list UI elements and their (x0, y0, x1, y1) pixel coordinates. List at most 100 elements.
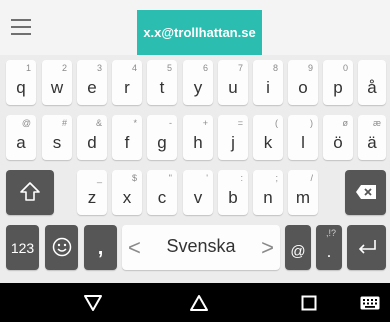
emoji-key[interactable] (45, 225, 78, 270)
symbols-key[interactable]: 123 (6, 225, 39, 270)
key-hint: _ (96, 173, 102, 183)
key-h[interactable]: + h (183, 115, 213, 160)
shift-key[interactable] (6, 170, 54, 215)
key-f[interactable]: * f (112, 115, 142, 160)
key-z[interactable]: _ z (77, 170, 107, 215)
key-p[interactable]: 0 p (323, 60, 353, 105)
key-l[interactable]: ) l (288, 115, 318, 160)
enter-key[interactable] (347, 225, 386, 270)
key-label: @ (290, 243, 306, 260)
key-label: o (298, 78, 308, 97)
key-label: r (124, 78, 130, 97)
key-o-umlaut[interactable]: ø ö (323, 115, 353, 160)
backspace-key[interactable] (345, 170, 386, 215)
key-x[interactable]: $ x (112, 170, 142, 215)
key-m[interactable]: / m (288, 170, 318, 215)
key-hint: : (240, 173, 243, 183)
key-label: y (193, 78, 203, 97)
key-c[interactable]: " c (147, 170, 177, 215)
back-triangle-icon (84, 294, 102, 311)
key-s[interactable]: # s (42, 115, 72, 160)
key-a-ring[interactable]: å (358, 60, 386, 105)
key-k[interactable]: ( k (253, 115, 283, 160)
keyboard-switch-icon (360, 296, 380, 309)
key-a-umlaut[interactable]: æ ä (358, 115, 386, 160)
spacebar-language-label: Svenska (166, 236, 236, 256)
key-label: p (333, 78, 343, 97)
key-b[interactable]: : b (218, 170, 248, 215)
key-label: ä (367, 133, 377, 152)
key-label: c (157, 188, 167, 207)
emoji-smiley-icon (52, 237, 72, 257)
comma-key[interactable]: , (84, 225, 117, 270)
key-label: j (231, 133, 235, 152)
recents-button[interactable] (286, 283, 332, 322)
key-hint: 7 (237, 63, 243, 73)
key-hint: 4 (131, 63, 137, 73)
period-key[interactable]: ,!? . (316, 225, 342, 270)
key-r[interactable]: 4 r (112, 60, 142, 105)
key-label: m (295, 188, 311, 207)
key-hint: 0 (342, 63, 348, 73)
keyboard-switch-button[interactable] (350, 283, 390, 322)
at-key[interactable]: @ (285, 225, 311, 270)
home-triangle-icon (190, 294, 208, 311)
key-hint: 6 (202, 63, 208, 73)
key-e[interactable]: 3 e (77, 60, 107, 105)
key-label: l (301, 133, 305, 152)
key-o[interactable]: 9 o (288, 60, 318, 105)
back-button[interactable] (70, 283, 116, 322)
key-u[interactable]: 7 u (218, 60, 248, 105)
backspace-icon (356, 185, 376, 199)
key-label: d (87, 133, 97, 152)
key-w[interactable]: 2 w (42, 60, 72, 105)
hamburger-menu-icon[interactable] (11, 19, 31, 37)
recents-square-icon (301, 295, 317, 310)
key-hint: 1 (25, 63, 31, 73)
key-hint: / (310, 173, 313, 183)
key-label: q (16, 78, 26, 97)
key-hint: * (133, 118, 137, 128)
key-hint: @ (21, 118, 31, 128)
key-hint: 5 (166, 63, 172, 73)
key-hint: æ (372, 118, 381, 128)
key-label: u (228, 78, 238, 97)
key-label: b (228, 188, 238, 207)
key-hint: 9 (307, 63, 313, 73)
key-a[interactable]: @ a (6, 115, 36, 160)
key-label: t (159, 78, 165, 97)
email-suggestion[interactable]: x.x@trollhattan.se (137, 10, 262, 55)
key-n[interactable]: ; n (253, 170, 283, 215)
language-right-arrow-icon: > (261, 235, 274, 260)
key-label: w (50, 78, 64, 97)
key-hint: = (237, 118, 243, 128)
key-label: v (193, 188, 203, 207)
key-label: n (263, 188, 273, 207)
key-label: k (263, 133, 273, 152)
key-d[interactable]: & d (77, 115, 107, 160)
key-t[interactable]: 5 t (147, 60, 177, 105)
key-label: a (16, 133, 26, 152)
spacebar[interactable]: < Svenska > (122, 225, 280, 270)
key-label: , (97, 237, 104, 259)
key-hint: - (169, 118, 172, 128)
key-label: z (87, 188, 97, 207)
key-hint: ) (310, 118, 313, 128)
key-label: f (124, 133, 130, 152)
key-j[interactable]: = j (218, 115, 248, 160)
key-hint: + (202, 118, 208, 128)
home-button[interactable] (176, 283, 222, 322)
keyboard-top-bar: x.x@trollhattan.se (0, 0, 390, 55)
key-hint: $ (131, 173, 137, 183)
key-hint: " (168, 173, 172, 183)
key-q[interactable]: 1 q (6, 60, 36, 105)
key-v[interactable]: ' v (183, 170, 213, 215)
key-y[interactable]: 6 y (183, 60, 213, 105)
key-label: ö (333, 133, 343, 152)
navigation-bar (0, 283, 390, 322)
key-i[interactable]: 8 i (253, 60, 283, 105)
key-label: 123 (10, 240, 35, 256)
key-g[interactable]: - g (147, 115, 177, 160)
key-label: g (157, 133, 167, 152)
key-hint: ,!? (325, 228, 336, 238)
